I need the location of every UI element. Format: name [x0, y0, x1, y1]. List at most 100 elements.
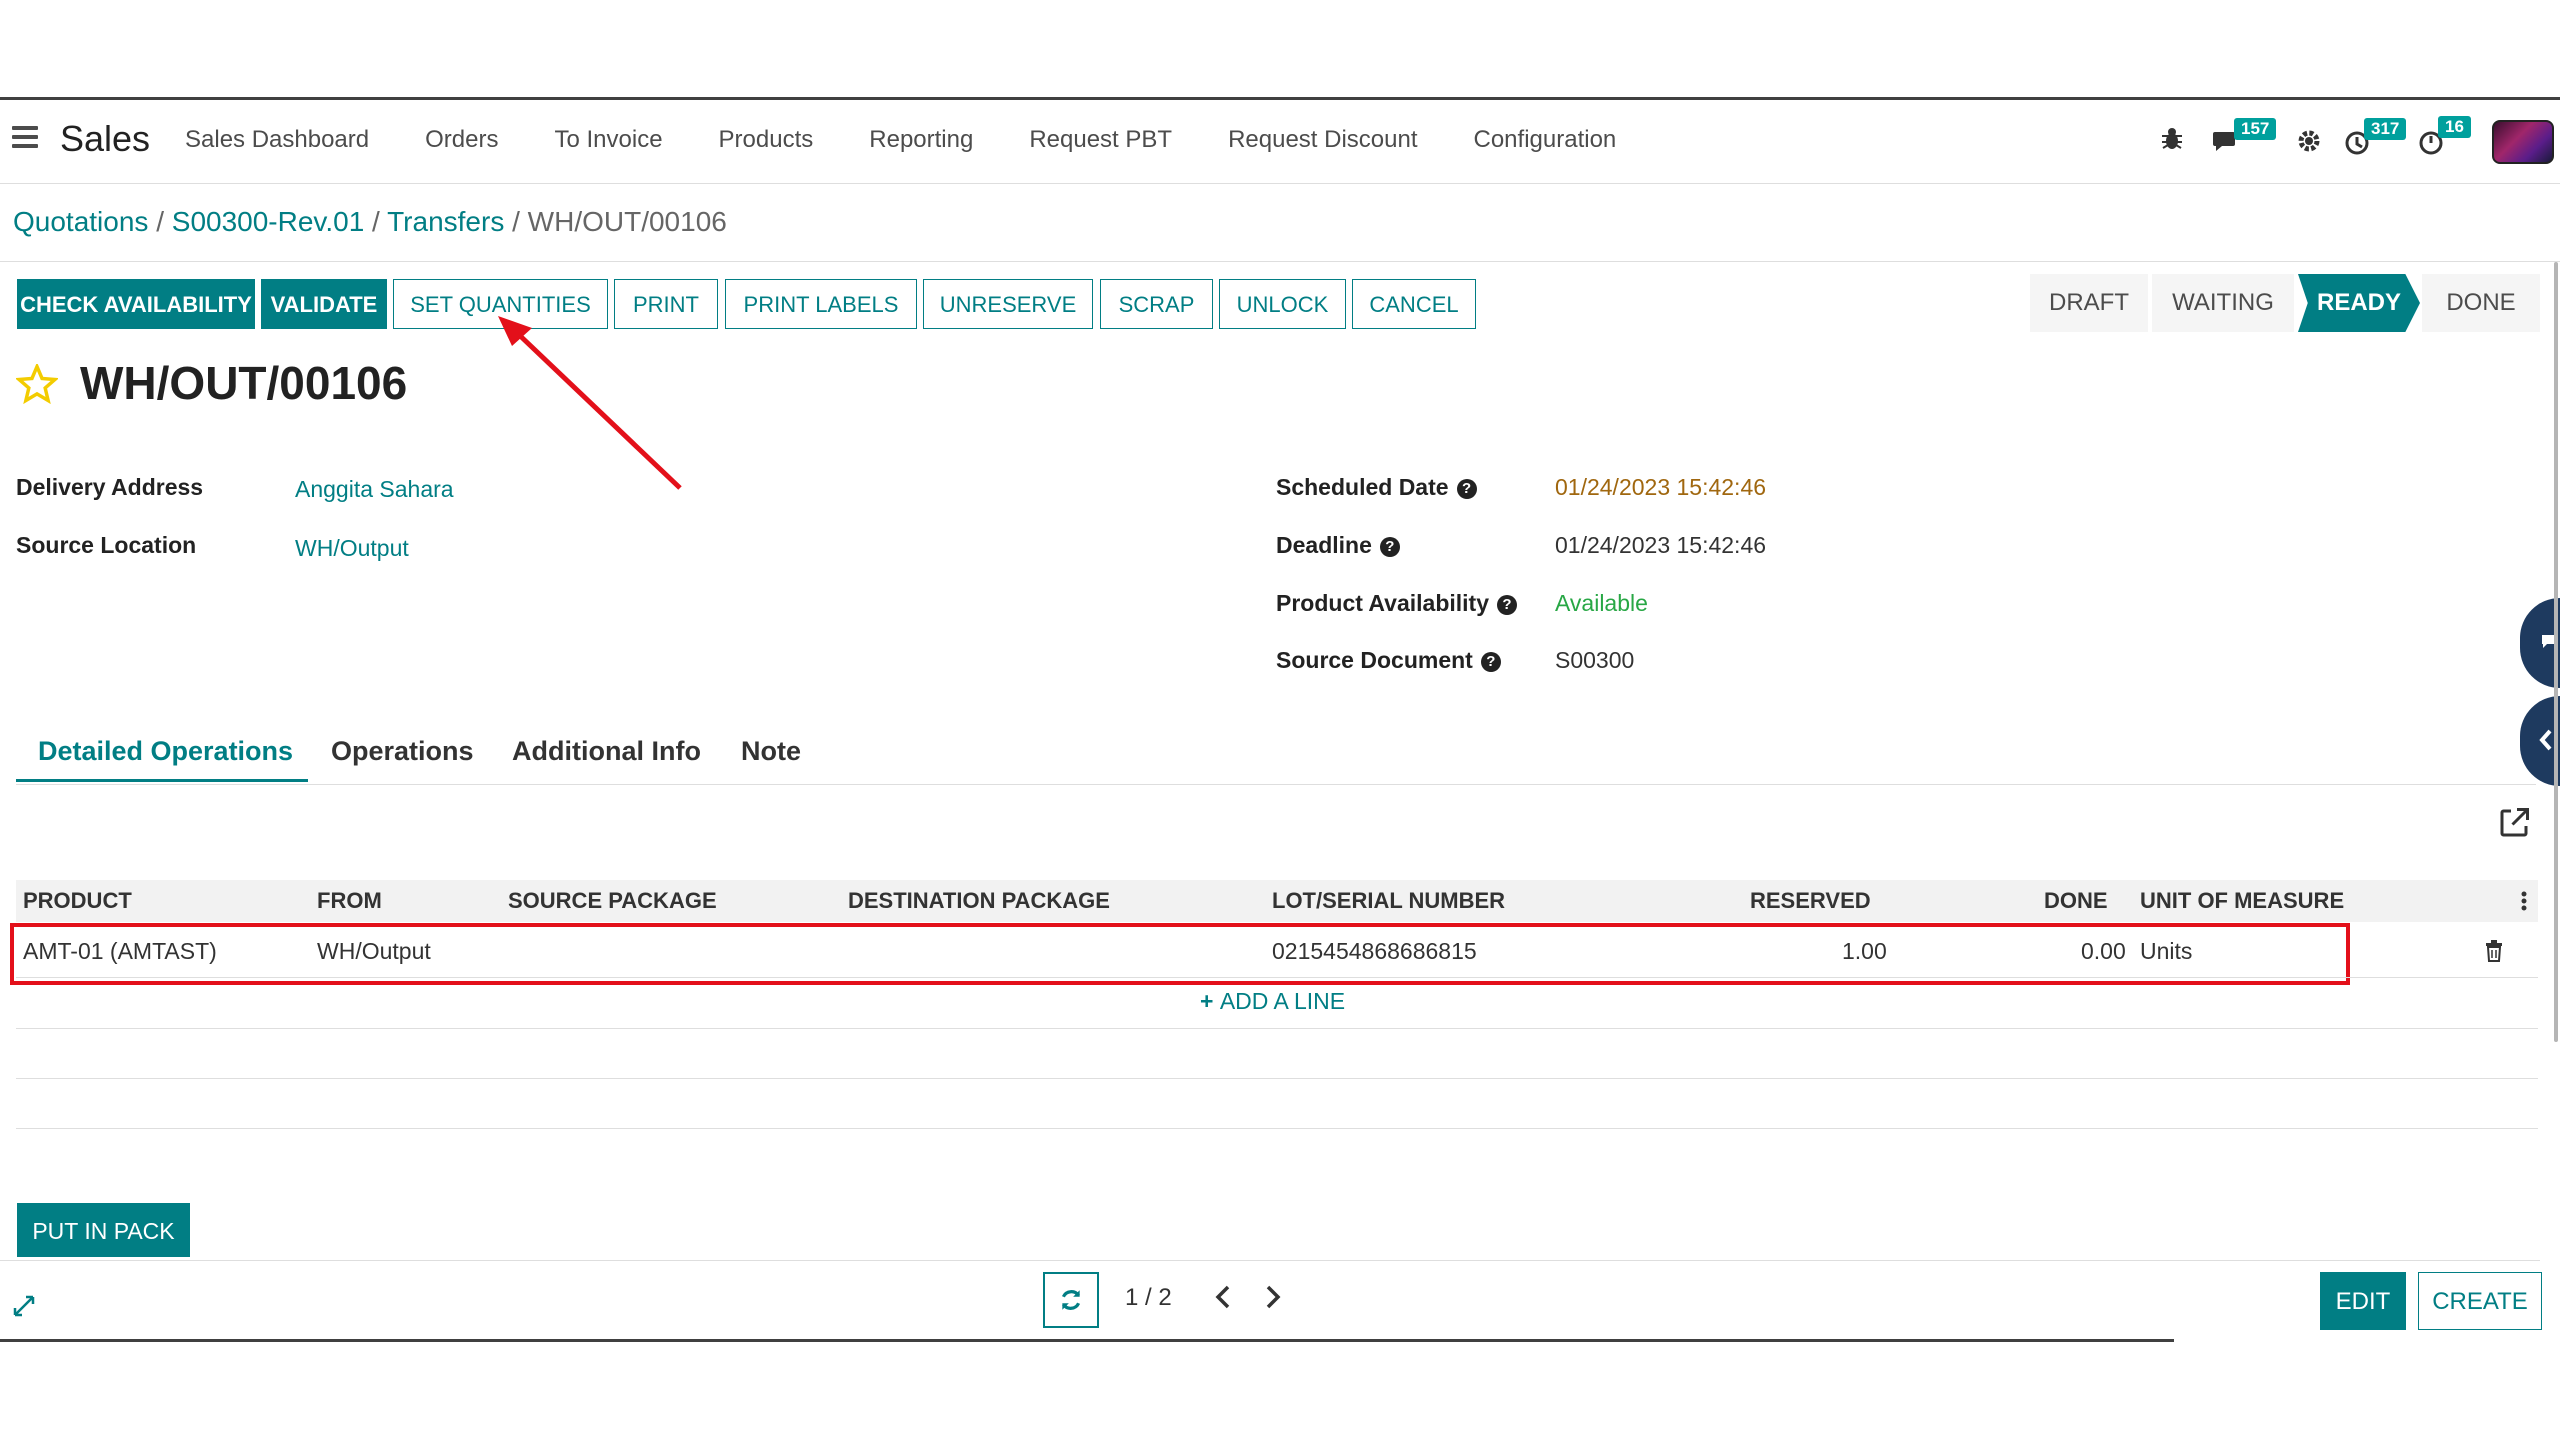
tab-additional-info[interactable]: Additional Info [512, 736, 701, 767]
deadline-value: 01/24/2023 15:42:46 [1555, 532, 1767, 558]
help-icon[interactable]: ? [1456, 479, 1477, 499]
source-document-label-text: Source Document [1276, 647, 1473, 673]
chevron-left-icon [2539, 729, 2552, 751]
breadcrumb-separator: / [364, 206, 388, 237]
breadcrumb: Quotations / S00300-Rev.01 / Transfers /… [13, 206, 727, 238]
record-title: WH/OUT/00106 [80, 357, 408, 409]
messages-badge: 157 [2234, 118, 2277, 140]
tabs-divider [16, 784, 2536, 785]
breadcrumb-separator: / [148, 206, 172, 237]
help-icon[interactable]: ? [1379, 537, 1400, 557]
annotation-arrow-icon [498, 316, 682, 490]
tab-operations[interactable]: Operations [331, 736, 474, 767]
product-availability-label: Product Availability? [1276, 590, 1518, 617]
bottom-divider [0, 1260, 2540, 1261]
breadcrumb-transfers[interactable]: Transfers [387, 206, 504, 237]
scheduled-date-label: Scheduled Date? [1276, 474, 1477, 501]
timer-badge: 16 [2438, 116, 2471, 138]
column-destination-package[interactable]: DESTINATION PACKAGE [848, 888, 1110, 914]
unlock-button[interactable]: UNLOCK [1219, 279, 1346, 329]
gear-icon[interactable] [2296, 128, 2322, 154]
activities-badge: 317 [2364, 118, 2407, 140]
scrap-button[interactable]: SCRAP [1100, 279, 1213, 329]
status-draft[interactable]: DRAFT [2030, 274, 2148, 332]
refresh-icon [1061, 1290, 1081, 1310]
breadcrumb-current: WH/OUT/00106 [527, 206, 727, 237]
help-icon[interactable]: ? [1497, 595, 1518, 615]
bug-icon[interactable] [2160, 126, 2184, 152]
tab-detailed-operations[interactable]: Detailed Operations [38, 736, 293, 767]
column-reserved[interactable]: RESERVED [1750, 888, 1871, 914]
deadline-label: Deadline? [1276, 532, 1400, 559]
delivery-address-value[interactable]: Anggita Sahara [295, 476, 454, 503]
menu-item-request-discount[interactable]: Request Discount [1228, 126, 1417, 154]
user-avatar[interactable] [2492, 120, 2554, 164]
menu-item-sales-dashboard[interactable]: Sales Dashboard [185, 126, 369, 154]
column-unit-of-measure[interactable]: UNIT OF MEASURE [2140, 888, 2344, 914]
row-divider [16, 1028, 2538, 1029]
menu-item-reporting[interactable]: Reporting [869, 126, 973, 154]
external-link-icon[interactable] [2496, 805, 2532, 841]
product-availability-value: Available [1555, 590, 1648, 616]
add-a-line-link[interactable]: + ADD A LINE [1200, 988, 1345, 1015]
column-options-icon[interactable] [2520, 890, 2528, 912]
source-document-value: S00300 [1555, 647, 1635, 673]
menu-toggle-icon[interactable] [12, 126, 38, 148]
chevron-left-icon[interactable] [1214, 1284, 1232, 1310]
status-ready[interactable]: READY [2298, 274, 2420, 332]
scrollbar[interactable] [2554, 262, 2558, 1042]
chevron-right-icon[interactable] [1264, 1284, 1282, 1310]
highlight-box [10, 923, 2350, 985]
create-button[interactable]: CREATE [2418, 1272, 2542, 1330]
column-done[interactable]: DONE [2044, 888, 2108, 914]
unreserve-button[interactable]: UNRESERVE [923, 279, 1093, 329]
pager-value[interactable]: 1 / 2 [1125, 1284, 1172, 1312]
source-location-label: Source Location [16, 532, 197, 558]
column-lot-serial-number[interactable]: LOT/SERIAL NUMBER [1272, 888, 1505, 914]
menu-item-configuration[interactable]: Configuration [1474, 126, 1617, 154]
menu-item-products[interactable]: Products [719, 126, 814, 154]
expand-icon[interactable] [12, 1294, 36, 1318]
row-divider [16, 1128, 2538, 1129]
help-icon[interactable]: ? [1480, 652, 1501, 672]
deadline-label-text: Deadline [1276, 532, 1372, 558]
column-source-package[interactable]: SOURCE PACKAGE [508, 888, 717, 914]
column-product[interactable]: PRODUCT [23, 888, 132, 914]
plus-icon: + [1200, 988, 1220, 1014]
add-a-line-label: ADD A LINE [1219, 988, 1346, 1014]
source-location-value[interactable]: WH/Output [295, 535, 409, 562]
check-availability-button[interactable]: CHECK AVAILABILITY [17, 279, 255, 329]
menu-item-orders[interactable]: Orders [425, 126, 498, 154]
scheduled-date-label-text: Scheduled Date [1276, 474, 1449, 500]
app-name[interactable]: Sales [60, 118, 150, 160]
edit-button[interactable]: EDIT [2320, 1272, 2406, 1330]
status-done[interactable]: DONE [2422, 274, 2540, 332]
status-waiting[interactable]: WAITING [2152, 274, 2294, 332]
breadcrumb-separator: / [504, 206, 528, 237]
scheduled-date-value: 01/24/2023 15:42:46 [1555, 474, 1767, 500]
main-menu: Sales Dashboard Orders To Invoice Produc… [185, 126, 1672, 154]
row-divider [16, 977, 2538, 978]
put-in-pack-button[interactable]: PUT IN PACK [17, 1203, 190, 1257]
activity-icon[interactable]: 317 [2344, 118, 2407, 156]
breadcrumb-quotations[interactable]: Quotations [13, 206, 148, 237]
menu-item-to-invoice[interactable]: To Invoice [554, 126, 662, 154]
breadcrumb-sale-order[interactable]: S00300-Rev.01 [172, 206, 365, 237]
trash-icon[interactable] [2484, 940, 2504, 962]
tab-note[interactable]: Note [741, 736, 801, 767]
refresh-button[interactable] [1043, 1272, 1099, 1328]
column-from[interactable]: FROM [317, 888, 382, 914]
timer-icon[interactable]: 16 [2418, 116, 2471, 156]
messages-icon[interactable]: 157 [2212, 118, 2277, 154]
star-icon[interactable] [16, 364, 58, 404]
cancel-button[interactable]: CANCEL [1352, 279, 1476, 329]
print-labels-button[interactable]: PRINT LABELS [725, 279, 917, 329]
product-availability-label-text: Product Availability [1276, 590, 1490, 616]
bottom-border [0, 1339, 2174, 1342]
active-tab-indicator [16, 779, 308, 782]
delivery-address-label: Delivery Address [16, 474, 204, 500]
validate-button[interactable]: VALIDATE [261, 279, 387, 329]
row-divider [16, 1078, 2538, 1079]
source-document-label: Source Document? [1276, 647, 1501, 674]
menu-item-request-pbt[interactable]: Request PBT [1029, 126, 1172, 154]
